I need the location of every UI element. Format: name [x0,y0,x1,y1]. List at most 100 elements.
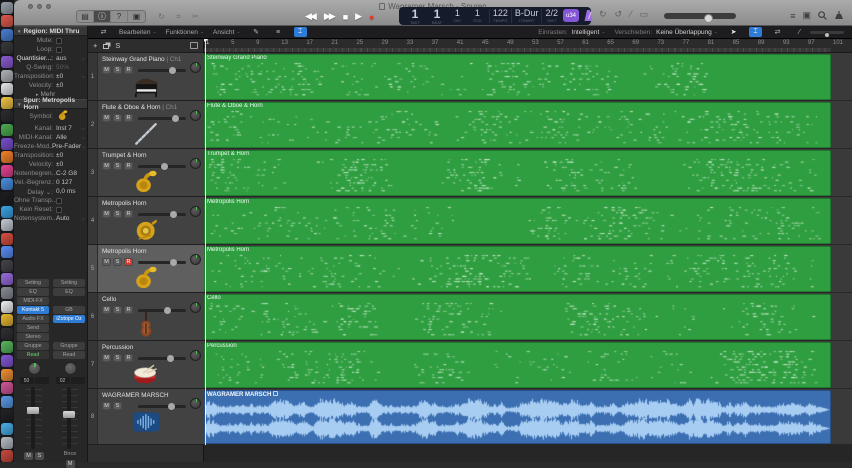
toolbar-icon[interactable]: ▣ [802,10,811,21]
quick-help-button[interactable]: ? [111,11,128,22]
track-pan-knob[interactable] [190,206,201,217]
dock-app-icon[interactable] [1,1,13,14]
mute-button[interactable]: M [102,402,111,410]
macos-dock[interactable] [0,0,14,463]
master-volume-slider[interactable] [664,13,736,23]
forward-button[interactable]: ▶▶ [324,11,336,22]
stepper-icon[interactable]: ⌵ [81,74,85,80]
pencil-tool-icon[interactable]: ✎ [250,27,263,37]
inspector-button[interactable]: ⓘ [94,11,111,22]
bar-ruler[interactable]: 1591317212529333741454953576165697377818… [204,39,852,53]
track-param-value[interactable]: Auto [56,215,69,222]
smart-controls-button[interactable]: ↻ [153,10,170,23]
track-header-options-icon[interactable] [190,42,198,49]
arrange-row[interactable]: Flute & Oboe & Horn [204,101,852,149]
volume-value[interactable]: 02 [55,377,70,384]
menu-functions[interactable]: Funktionen ⌄ [166,29,204,36]
arrange-row[interactable]: Percussion [204,341,852,389]
track-name[interactable]: WAGRAMER MARSCH [102,392,169,399]
record-button[interactable]: ● [369,12,374,22]
track-pan-knob[interactable] [190,302,201,313]
dock-app-icon[interactable] [1,355,13,368]
global-solo-button[interactable]: S [115,41,120,50]
stepper-icon[interactable]: ⌵ [81,216,85,222]
track-header-5[interactable]: 5 Metropolis Horn M S R [88,245,204,293]
track-inspector-header[interactable]: ▼ Spur: Metropolis Horn [14,97,87,111]
midi-region[interactable]: Metropolis Horn [204,246,831,292]
dock-app-icon[interactable] [1,287,13,300]
dock-app-icon[interactable] [1,259,13,272]
dock-app-icon[interactable] [1,55,13,68]
stepper-icon[interactable]: ⌵ [81,126,85,132]
solo-button[interactable]: S [113,66,122,74]
strip-mute-button[interactable]: M [65,460,75,468]
zoom-slider[interactable] [810,30,844,38]
track-name[interactable]: Metropolis Horn [102,248,146,255]
track-param-value[interactable]: Alle [56,134,67,141]
strip-slot-button[interactable]: Setting [17,279,49,287]
track-header-3[interactable]: 3 Trumpet & Horn M S R [88,149,204,197]
autopunch-icon[interactable]: ↺ [615,9,623,20]
track-name[interactable]: Metropolis Horn [102,200,146,207]
editors-button[interactable]: ⌗ [170,10,187,23]
rewind-button[interactable]: ◀◀ [305,11,317,22]
lcd-timesig[interactable]: 2/2 Takt [542,7,561,25]
midi-in-icon[interactable]: ⇄ [97,27,110,37]
track-header-8[interactable]: 8 WAGRAMER MARSCH M S [88,389,204,445]
volume-value[interactable]: 50 [19,377,34,384]
ibeam-tool-button[interactable]: ⌶ [749,27,762,37]
dock-app-icon[interactable] [1,137,13,150]
track-param-checkbox[interactable] [56,206,62,213]
dock-app-icon[interactable] [1,436,13,449]
text-tool-icon[interactable]: ⌶ [293,27,307,37]
menu-view[interactable]: Ansicht ⌄ [213,29,241,36]
dock-app-icon[interactable] [1,300,13,313]
mute-button[interactable]: M [102,162,111,170]
dock-app-icon[interactable] [1,205,13,218]
share-icon[interactable] [834,11,844,20]
dock-app-icon[interactable] [1,341,13,354]
arrange-row[interactable]: Cello [204,293,852,341]
dock-app-icon[interactable] [1,314,13,327]
solo-button[interactable]: S [113,210,122,218]
pan-value[interactable] [34,377,49,384]
slider-knob[interactable] [168,67,176,74]
add-track-button[interactable]: + [93,41,97,50]
solo-button[interactable]: S [113,162,122,170]
dock-app-icon[interactable] [1,191,13,204]
strip-slot-button[interactable]: Stereo [17,333,49,341]
track-name[interactable]: Flute & Oboe & Horn | Ch1 [102,104,177,111]
stepper-icon[interactable]: ⌵ [81,135,85,141]
stepper-icon[interactable]: ⌵ [81,144,85,150]
snap-menu[interactable]: Einrasten: Intelligent ⌄ [538,29,605,36]
arrange-row[interactable]: Trumpet & Horn [204,149,852,197]
solo-button[interactable]: S [113,402,122,410]
slider-knob[interactable] [166,355,174,362]
region-param-value[interactable]: aus [56,55,66,62]
dock-app-icon[interactable] [1,409,13,422]
tuner-badge[interactable]: u34 [563,9,579,22]
track-name[interactable]: Percussion [102,344,133,351]
pan-knob[interactable] [63,362,77,375]
region-param-value[interactable]: ±0 [56,82,63,89]
strip-slot-button[interactable]: Read [53,351,85,359]
slider-knob[interactable] [170,259,178,266]
dock-app-icon[interactable] [1,42,13,55]
track-param-value[interactable]: C-2 G8 [56,170,77,177]
solo-button[interactable]: S [113,354,122,362]
solo-mode-icon[interactable]: ⁄ [630,9,632,20]
play-button[interactable]: ▶ [355,11,362,22]
duplicate-track-icon[interactable] [103,44,110,49]
media-browser-button[interactable]: ▣ [128,11,145,22]
dock-app-icon[interactable] [1,219,13,232]
midi-region[interactable]: Cello [204,294,831,340]
arrange-row[interactable]: Steinway Grand Piano [204,53,852,101]
track-pan-knob[interactable] [190,254,201,265]
metronome-icon[interactable] [582,9,594,22]
dock-app-icon[interactable] [1,232,13,245]
lcd-key[interactable]: B-Dur Tonart [512,7,542,25]
dock-app-icon[interactable] [1,423,13,435]
dock-app-icon[interactable] [1,178,13,191]
mute-button[interactable]: M [102,66,111,74]
dock-app-icon[interactable] [1,246,13,259]
